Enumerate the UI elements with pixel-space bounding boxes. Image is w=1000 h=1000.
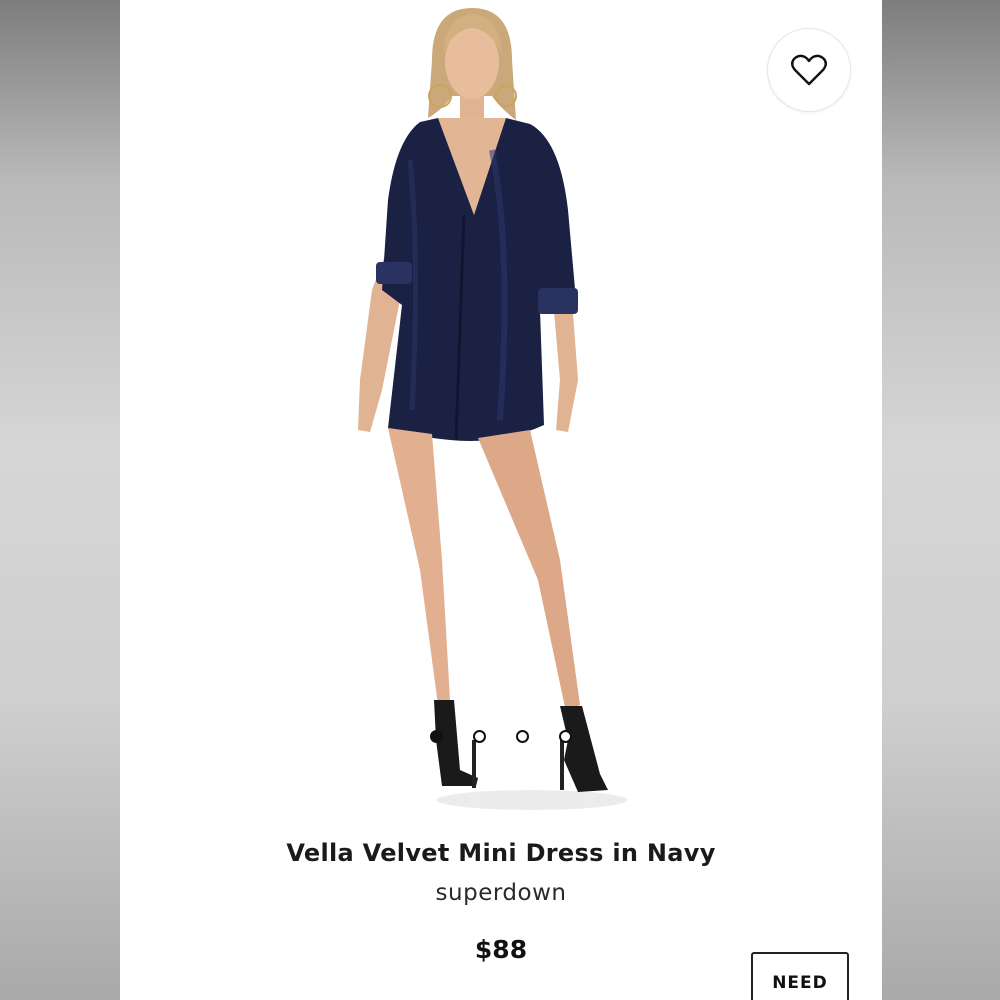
screenshot-frame: Vella Velvet Mini Dress in Navy superdow… — [0, 0, 1000, 1000]
heart-outline-icon — [791, 54, 827, 86]
brand-link[interactable]: superdown — [120, 880, 882, 906]
gallery-dot-1[interactable] — [430, 730, 443, 743]
product-page: Vella Velvet Mini Dress in Navy superdow… — [120, 0, 882, 1000]
right-blur-border — [882, 0, 1000, 1000]
left-blur-border — [0, 0, 120, 1000]
need-button[interactable]: NEED — [751, 952, 849, 1000]
gallery-dot-2[interactable] — [473, 730, 486, 743]
gallery-dot-4[interactable] — [559, 730, 572, 743]
product-image[interactable] — [120, 0, 882, 820]
gallery-pagination — [120, 730, 882, 743]
product-title: Vella Velvet Mini Dress in Navy — [286, 839, 716, 867]
wishlist-button[interactable] — [767, 28, 851, 112]
gallery-dot-3[interactable] — [516, 730, 529, 743]
